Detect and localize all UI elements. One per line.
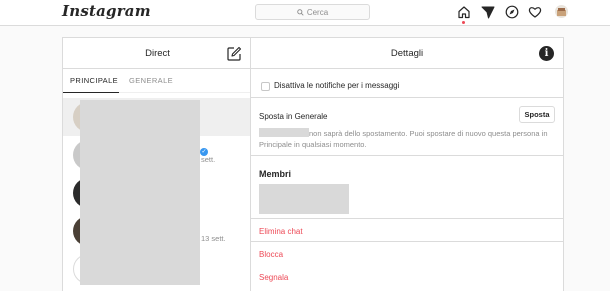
info-icon[interactable]: i <box>539 46 554 61</box>
instagram-logo[interactable]: Instagram <box>62 2 151 20</box>
thread-time: 13 sett. <box>201 234 226 243</box>
mute-label: Disattiva le notifiche per i messaggi <box>274 81 400 90</box>
top-navigation-bar: Instagram Cerca <box>0 0 610 26</box>
thread-time: sett. <box>201 155 216 164</box>
details-panel: Dettagli i Disattiva le notifiche per i … <box>250 37 564 291</box>
block-row <box>251 242 563 265</box>
details-title: Dettagli <box>390 48 424 59</box>
heart-icon[interactable] <box>528 5 542 19</box>
home-icon[interactable] <box>457 5 471 19</box>
tab-generale[interactable]: GENERALE <box>129 76 173 85</box>
direct-icon[interactable] <box>481 5 495 19</box>
redacted-username <box>259 128 309 137</box>
move-button[interactable]: Sposta <box>519 106 555 123</box>
explore-icon[interactable] <box>505 5 519 19</box>
direct-header: Direct <box>63 38 251 69</box>
move-description: non saprà dello spostamento. Puoi sposta… <box>259 128 559 150</box>
new-message-icon[interactable] <box>226 46 242 62</box>
direct-title: Direct <box>145 48 170 59</box>
active-tab-indicator <box>63 92 119 93</box>
verified-badge-icon: ✓ <box>200 148 208 156</box>
report-button[interactable]: Segnala <box>259 273 288 282</box>
redacted-member[interactable] <box>259 184 349 214</box>
tab-principale[interactable]: PRINCIPALE <box>70 76 118 85</box>
move-label: Sposta in Generale <box>259 112 328 121</box>
members-label: Membri <box>259 169 292 179</box>
search-input[interactable]: Cerca <box>255 4 370 20</box>
inbox-tabs: PRINCIPALE GENERALE <box>63 69 251 93</box>
delete-chat-button[interactable]: Elimina chat <box>259 227 303 236</box>
details-header: Dettagli i <box>251 38 563 69</box>
notification-dot <box>462 21 465 24</box>
block-button[interactable]: Blocca <box>259 250 283 259</box>
profile-avatar[interactable] <box>555 5 568 18</box>
redacted-thread-names <box>80 100 200 285</box>
search-placeholder: Cerca <box>306 7 329 17</box>
search-icon <box>297 8 304 16</box>
mute-checkbox[interactable] <box>261 82 270 91</box>
